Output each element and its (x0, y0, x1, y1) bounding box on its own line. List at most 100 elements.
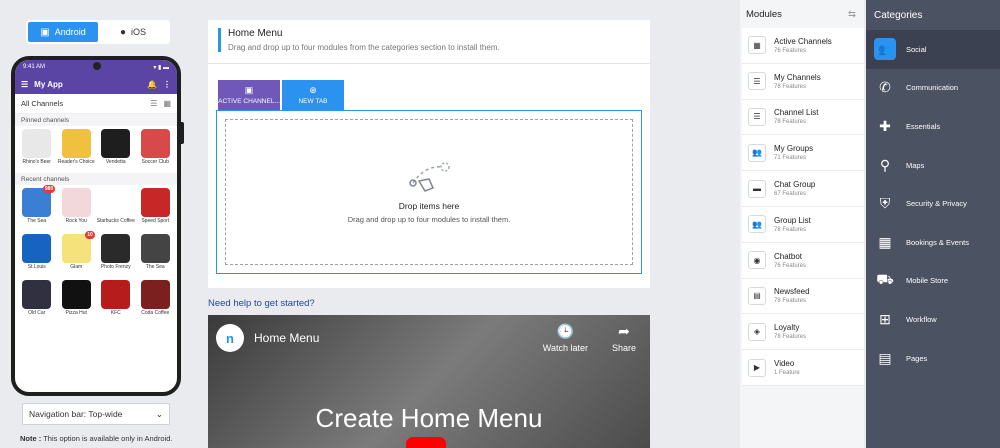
phone-camera (93, 62, 101, 70)
pinned-channels-grid: Rhino's Beer Reader's Choice Vendetta Socce… (15, 126, 177, 173)
navigation-bar-select[interactable]: Navigation bar: Top-wide ⌄ (22, 403, 170, 425)
channel-tile[interactable]: Soccer Club (136, 129, 176, 171)
video-title[interactable]: Home Menu (254, 331, 519, 345)
channel-tile[interactable]: Photo Frenzy (96, 234, 136, 276)
phone-time: 9:41 AM (23, 64, 46, 70)
module-feature-count: 76 Features (774, 262, 807, 269)
module-item[interactable]: ▬ Chat Group 67 Features (742, 171, 864, 207)
modules-header: Modules ⇆ (746, 8, 856, 20)
drop-zone[interactable]: Drop items here Drag and drop up to four… (216, 110, 642, 274)
module-feature-count: 67 Features (774, 191, 807, 198)
module-name: My Channels (774, 72, 821, 82)
category-item[interactable]: ▦ Bookings & Events (866, 223, 1000, 262)
toggle-panel-icon[interactable]: ⇆ (848, 9, 856, 20)
list-icon: ☰ (748, 107, 766, 126)
list-icon: ☰ (748, 72, 766, 91)
channel-tile[interactable]: 10 Glam (57, 231, 97, 276)
page-title: Home Menu (228, 28, 283, 39)
category-name: Maps (906, 160, 925, 170)
channel-logo-icon (140, 188, 170, 217)
tab-active-channels[interactable]: ▣ ACTIVE CHANNEL... (218, 80, 280, 110)
phone-side-button (181, 122, 184, 144)
channel-tile[interactable]: The Sea (136, 234, 176, 276)
module-feature-count: 1 Feature (774, 370, 800, 377)
channel-tile[interactable]: KFC (96, 280, 136, 322)
channel-tile[interactable]: Rock You (57, 188, 97, 230)
channel-tile[interactable]: Old Car (17, 280, 57, 322)
watch-later-button[interactable]: 🕒 Watch later (543, 323, 588, 353)
category-item[interactable]: ▤ Pages (866, 339, 1000, 378)
ios-button[interactable]: ● iOS (98, 22, 168, 42)
channel-tile[interactable]: Reader's Choice (57, 129, 97, 171)
category-item[interactable]: ✆ Communication (866, 69, 1000, 108)
channel-tile[interactable]: 980 The Sea (17, 185, 57, 230)
cart-icon: ⛟ (876, 271, 894, 288)
android-button[interactable]: ▣ Android (28, 22, 98, 42)
pages-icon: ▤ (878, 349, 892, 366)
category-item[interactable]: ✚ Essentials (866, 107, 1000, 146)
share-icon: ➦ (618, 323, 630, 339)
pinned-channels-label: Pinned channels (15, 114, 177, 126)
channel-logo-icon (101, 234, 131, 263)
categories-header: Categories (874, 9, 923, 21)
category-name: Bookings & Events (906, 237, 969, 247)
puzzle-icon: ✚ (879, 117, 891, 134)
new-tab-button[interactable]: ⊕ NEW TAB (282, 80, 344, 110)
group-icon: 👥 (748, 215, 766, 234)
tab-editor: ▣ ACTIVE CHANNEL... ⊕ NEW TAB Drop items… (208, 64, 650, 288)
channel-name: The Sea (27, 218, 47, 224)
channel-name: Old Car (28, 310, 46, 316)
category-name: Mobile Store (906, 276, 949, 286)
channel-name: Starbucks Coffee (96, 218, 135, 224)
category-item[interactable]: ⛨ Security & Privacy (866, 184, 1000, 223)
os-toggle: ▣ Android ● iOS (26, 20, 170, 44)
channel-tile[interactable]: Rhino's Beer (17, 129, 57, 171)
phone-app-title: My App (34, 79, 63, 89)
channel-tile[interactable]: Pizza Hut (57, 280, 97, 322)
module-item[interactable]: 👥 My Groups 71 Features (742, 135, 864, 172)
clock-icon: 🕒 (556, 323, 575, 339)
module-feature-count: 76 Features (774, 47, 807, 54)
channel-name: Glam (70, 264, 83, 270)
recent-channels-grid: 980 The Sea Rock You Starbucks Coffee Speed … (15, 185, 177, 324)
module-item[interactable]: ☰ My Channels 78 Features (742, 63, 864, 100)
module-item[interactable]: ▶ Video 1 Feature (742, 350, 864, 386)
share-button[interactable]: ➦ Share (612, 323, 636, 353)
signal-icon: ▾ ▮ ▬ (153, 64, 169, 71)
category-item[interactable]: ⛟ Mobile Store (866, 262, 1000, 301)
category-item[interactable]: ⚲ Maps (866, 146, 1000, 185)
channel-name: Photo Frenzy (100, 264, 131, 270)
category-item[interactable]: 👥 Social (866, 30, 1000, 69)
youtube-play-icon[interactable] (406, 437, 446, 448)
module-item[interactable]: ☰ Channel List 78 Features (742, 99, 864, 136)
module-name: Chatbot (774, 251, 803, 261)
category-name: Essentials (906, 121, 941, 131)
module-feature-count: 71 Features (774, 155, 807, 162)
channel-tile[interactable]: St.Louis (17, 234, 57, 276)
channel-tile[interactable]: Starbucks Coffee (96, 188, 136, 230)
add-circle-icon: ⊕ (309, 85, 317, 95)
channel-tile[interactable]: Speed Sport (136, 188, 176, 230)
module-item[interactable]: 👥 Group List 78 Features (742, 206, 864, 243)
module-feature-count: 78 Features (774, 298, 807, 305)
tutorial-video[interactable]: n Home Menu 🕒 Watch later ➦ Share Create… (208, 315, 650, 448)
channel-tab-icon: ▣ (244, 85, 254, 95)
channel-tile[interactable]: Vendetta (96, 129, 136, 171)
channel-logo-icon (101, 280, 131, 309)
drop-subtitle: Drag and drop up to four modules to inst… (347, 214, 511, 224)
channel-name: Pizza Hut (65, 310, 87, 316)
module-name: Newsfeed (774, 287, 810, 297)
channel-tile[interactable]: Coda Coffee (136, 280, 176, 322)
category-item[interactable]: ⊞ Workflow (866, 300, 1000, 339)
module-item[interactable]: ◈ Loyalty 78 Features (742, 314, 864, 351)
module-item[interactable]: ▤ Newsfeed 78 Features (742, 278, 864, 315)
help-link[interactable]: Need help to get started? (208, 298, 650, 309)
preview-panel: ▣ Android ● iOS 9:41 AM ▾ ▮ ▬ ☰ My App 🔔… (0, 0, 190, 448)
category-name: Workflow (906, 314, 937, 324)
module-item[interactable]: ◉ Chatbot 76 Features (742, 242, 864, 279)
channel-name: Coda Coffee (141, 310, 170, 316)
channel-logo-icon: n (216, 324, 244, 352)
module-name: Loyalty (774, 323, 800, 333)
module-item[interactable]: ▦ Active Channels 76 Features (742, 28, 864, 64)
recent-channels-label: Recent channels (15, 173, 177, 185)
